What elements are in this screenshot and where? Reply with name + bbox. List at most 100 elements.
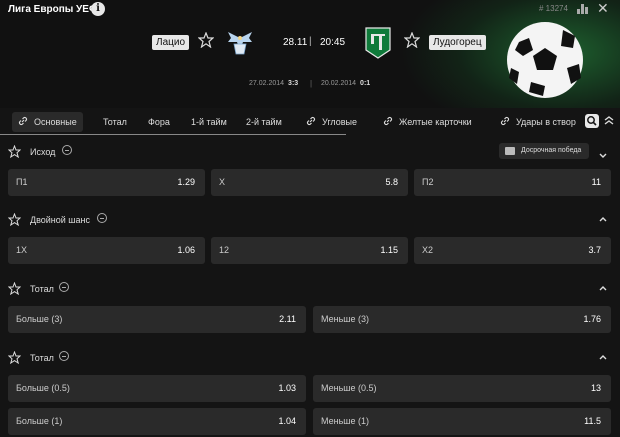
link-icon [18, 116, 28, 126]
odd-button[interactable]: П1 1.29 [8, 169, 205, 196]
odd-button[interactable]: 1Х 1.06 [8, 237, 205, 264]
odd-label: Меньше (3) [321, 314, 369, 324]
odd-button[interactable]: П2 11 [414, 169, 611, 196]
minus-circle-icon[interactable] [97, 213, 107, 223]
odd-value: 11 [591, 177, 601, 187]
market-title: Исход [30, 147, 56, 157]
odd-label: Больше (1) [16, 416, 63, 426]
early-win-label: Досрочная победа [521, 147, 582, 154]
odd-value: 1.15 [380, 245, 398, 255]
tab-handicap[interactable]: Фора [142, 112, 176, 132]
odd-label: П1 [16, 177, 28, 187]
match-header: Лига Европы УЕФА i # 13274 ✕ Лацио 28.11… [0, 0, 620, 108]
link-icon [306, 116, 316, 126]
h2h-match: 20.02.2014 0:1 [321, 80, 370, 87]
odd-value: 1.76 [583, 314, 601, 324]
chevron-up-icon[interactable] [598, 352, 608, 362]
market-header[interactable]: Тотал [0, 348, 620, 368]
tab-shots-on-target[interactable]: Удары в створ [494, 112, 582, 132]
search-icon[interactable] [585, 114, 599, 128]
tab-label: Основные [34, 117, 77, 127]
odd-value: 1.06 [177, 245, 195, 255]
odd-label: 12 [219, 245, 230, 255]
chevron-up-icon[interactable] [598, 283, 608, 293]
odd-label: Больше (3) [16, 314, 63, 324]
minus-circle-icon[interactable] [59, 351, 69, 361]
odd-value: 3.7 [588, 245, 601, 255]
h2h-date: 20.02.2014 [321, 80, 357, 87]
tab-label: Тотал [103, 117, 127, 127]
odd-button[interactable]: Меньше (1) 11.5 [313, 408, 611, 435]
odd-label: 1Х [16, 245, 28, 255]
odd-value: 1.04 [278, 416, 296, 426]
link-icon [500, 116, 510, 126]
away-team-name[interactable]: Лудогорец [429, 35, 486, 50]
odd-value: 2.11 [279, 314, 296, 324]
tab-scroll-indicator [0, 134, 346, 135]
ludogorets-logo-icon [365, 27, 391, 59]
lazio-logo-icon [228, 32, 252, 55]
market-header[interactable]: Двойной шанс [0, 210, 620, 230]
minus-circle-icon[interactable] [59, 282, 69, 292]
early-win-button[interactable]: Досрочная победа [499, 143, 589, 159]
odd-label: Меньше (0.5) [321, 383, 377, 393]
collapse-all-icon[interactable] [602, 114, 616, 128]
soccer-ball-image [507, 22, 583, 98]
star-icon[interactable] [8, 351, 21, 364]
tab-label: 1-й тайм [191, 117, 227, 127]
minus-circle-icon[interactable] [62, 145, 72, 155]
tab-yellow-cards[interactable]: Желтые карточки [377, 112, 478, 132]
tab-label: Желтые карточки [399, 117, 472, 127]
odd-label: Меньше (1) [321, 416, 369, 426]
h2h-score: 3:3 [288, 80, 299, 87]
star-icon[interactable] [8, 213, 21, 226]
market-title: Двойной шанс [30, 215, 91, 225]
h2h-match: 27.02.2014 3:3 [249, 80, 298, 87]
odd-button[interactable]: Х2 3.7 [414, 237, 611, 264]
odd-value: 13 [590, 383, 601, 393]
stats-icon[interactable] [577, 2, 589, 14]
match-separator: | [309, 36, 312, 47]
chevron-up-icon[interactable] [598, 214, 608, 224]
odd-label: П2 [422, 177, 434, 187]
tab-total[interactable]: Тотал [97, 112, 133, 132]
odd-button[interactable]: Меньше (3) 1.76 [313, 306, 611, 333]
h2h-score: 0:1 [360, 80, 371, 87]
market-title: Тотал [30, 353, 54, 363]
market-tabs: Основные Тотал Фора 1-й тайм 2-й тайм Уг… [0, 108, 620, 136]
odd-label: Больше (0.5) [16, 383, 70, 393]
favorite-away-star-icon[interactable] [404, 32, 420, 48]
tab-main[interactable]: Основные [12, 112, 83, 132]
tab-label: Угловые [322, 117, 358, 127]
odd-button[interactable]: Больше (0.5) 1.03 [8, 375, 306, 402]
home-team-name[interactable]: Лацио [152, 35, 189, 50]
favorite-home-star-icon[interactable] [198, 32, 214, 48]
odd-value: 1.29 [177, 177, 195, 187]
odd-button[interactable]: Больше (1) 1.04 [8, 408, 306, 435]
tab-first-half[interactable]: 1-й тайм [185, 112, 233, 132]
tab-second-half[interactable]: 2-й тайм [240, 112, 288, 132]
chevron-down-icon[interactable] [598, 150, 608, 160]
odd-button[interactable]: Х 5.8 [211, 169, 408, 196]
star-icon[interactable] [8, 145, 21, 158]
odd-label: Х2 [422, 245, 434, 255]
close-icon[interactable]: ✕ [597, 0, 609, 17]
star-icon[interactable] [8, 282, 21, 295]
link-icon [383, 116, 393, 126]
match-date: 28.11 [283, 37, 308, 48]
odd-button[interactable]: Меньше (0.5) 13 [313, 375, 611, 402]
info-icon[interactable]: i [91, 2, 105, 16]
tab-corners[interactable]: Угловые [300, 112, 363, 132]
odd-button[interactable]: 12 1.15 [211, 237, 408, 264]
market-header[interactable]: Тотал [0, 279, 620, 299]
odd-value: 11.5 [584, 416, 601, 426]
market-title: Тотал [30, 284, 54, 294]
odd-button[interactable]: Больше (3) 2.11 [8, 306, 306, 333]
match-id: # 13274 [539, 4, 568, 13]
tab-label: 2-й тайм [246, 117, 282, 127]
league-title: Лига Европы УЕФА [8, 4, 105, 15]
odd-label: Х [219, 177, 226, 187]
odd-value: 1.03 [278, 383, 296, 393]
h2h-separator: | [310, 79, 313, 88]
match-time: 20:45 [320, 37, 346, 48]
